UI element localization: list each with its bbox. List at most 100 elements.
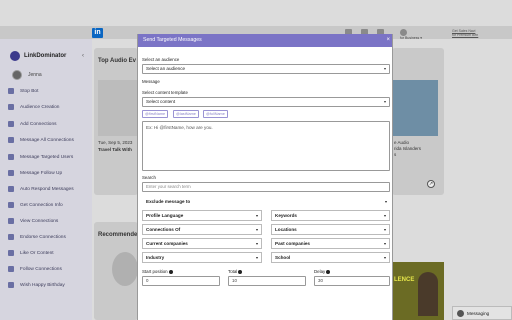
chevron-down-icon: ▾: [255, 227, 258, 232]
close-icon[interactable]: ×: [386, 34, 390, 47]
follow-icon: [8, 266, 14, 272]
search-input[interactable]: Enter your search term: [142, 182, 390, 192]
sidebar-item-label: Stop Bot: [20, 88, 39, 94]
event-image: [98, 80, 138, 136]
modal-header: Send Targeted Messages ×: [138, 34, 392, 47]
sidebar-item-message-follow-up[interactable]: Message Follow Up: [8, 168, 62, 178]
sales-nav-line2[interactable]: for Premium Ben: [452, 33, 478, 37]
sidebar-item-message-all[interactable]: Message All Connections: [8, 135, 74, 145]
info-icon[interactable]: [326, 269, 331, 274]
chevron-down-icon: ▾: [255, 241, 258, 246]
linkedin-logo[interactable]: in: [92, 28, 103, 38]
messaging-label: Messaging: [467, 311, 490, 316]
delay-label: Delay: [314, 269, 331, 274]
filter-industry[interactable]: Industry ▾: [142, 252, 262, 263]
target-message-icon: [8, 154, 14, 160]
sidebar-item-label: Auto Respond Messages: [20, 186, 74, 192]
collapse-sidebar-icon[interactable]: ‹: [82, 53, 84, 59]
chevron-down-icon: ▾: [383, 255, 386, 260]
sidebar-item-birthday[interactable]: Wish Happy Birthday: [8, 280, 65, 290]
endorse-icon: [8, 234, 14, 240]
chip-last-name[interactable]: @lastName: [173, 110, 199, 118]
right-card-line1: e Audio: [394, 140, 410, 145]
start-position-input[interactable]: 0: [142, 276, 220, 286]
message-icon: [8, 137, 14, 143]
sidebar-item-label: Message All Connections: [20, 137, 74, 143]
sidebar-item-label: Like Or Content: [20, 250, 54, 256]
filter-current-companies[interactable]: Current companies ▾: [142, 238, 262, 249]
message-label: Message: [142, 79, 160, 84]
sidebar-item-audience-creation[interactable]: Audience Creation: [8, 102, 59, 112]
total-label-text: Total: [228, 269, 238, 274]
avatar: [12, 70, 22, 80]
total-label: Total: [228, 269, 243, 274]
template-select[interactable]: Select content ▾: [142, 97, 390, 107]
info-icon[interactable]: [238, 269, 243, 274]
birthday-icon: [8, 282, 14, 288]
sidebar-item-label: View Connections: [20, 218, 59, 224]
sidebar-item-follow-connections[interactable]: Follow Connections: [8, 264, 62, 274]
audience-label: Select an audience: [142, 57, 180, 62]
filter-label: Past companies: [275, 241, 310, 246]
filter-label: Locations: [275, 227, 297, 232]
filter-label: Connections Of: [146, 227, 181, 232]
chevron-down-icon: ▾: [383, 66, 386, 71]
app-logo-icon: [10, 51, 20, 61]
sidebar-item-view-connections[interactable]: View Connections: [8, 216, 58, 226]
stop-icon: [8, 88, 14, 94]
start-position-value: 0: [146, 278, 149, 283]
chip-full-name[interactable]: @fullName: [203, 110, 228, 118]
search-label: Search: [142, 175, 156, 180]
start-position-label: Start position: [142, 269, 173, 274]
filter-keywords[interactable]: Keywords ▾: [271, 210, 390, 221]
filter-label: Profile Language: [146, 213, 184, 218]
sidebar-item-label: Wish Happy Birthday: [20, 282, 65, 288]
delay-label-text: Delay: [314, 269, 326, 274]
exclude-message-dropdown[interactable]: Exclude message to ▾: [142, 196, 390, 207]
chip-first-name[interactable]: @firstName: [142, 110, 169, 118]
info-icon[interactable]: [168, 269, 173, 274]
sidebar-item-stop-bot[interactable]: Stop Bot: [8, 86, 38, 96]
delay-input[interactable]: 30: [314, 276, 390, 286]
filter-label: Current companies: [146, 241, 188, 246]
template-label: Select content template: [142, 90, 188, 95]
sidebar-item-label: Add Connections: [20, 121, 57, 127]
sidebar-item-label: Follow Connections: [20, 266, 62, 272]
template-select-value: Select content: [146, 99, 176, 104]
chevron-down-icon: ▾: [383, 213, 386, 218]
sidebar-item-connection-info[interactable]: Get Connection Info: [8, 200, 63, 210]
message-textarea[interactable]: Ex: Hi @firstName, how are you.: [142, 121, 390, 171]
filter-locations[interactable]: Locations ▾: [271, 224, 390, 235]
sidebar-item-add-connections[interactable]: Add Connections: [8, 119, 57, 129]
total-input[interactable]: 10: [228, 276, 306, 286]
avatar: [457, 310, 464, 317]
sidebar-item-auto-respond[interactable]: Auto Respond Messages: [8, 184, 74, 194]
recommended-avatar: [112, 252, 138, 286]
right-card-line3: s: [394, 152, 397, 157]
chevron-down-icon: ▾: [255, 255, 258, 260]
business-menu[interactable]: for Business ▾: [400, 36, 422, 40]
filter-past-companies[interactable]: Past companies ▾: [271, 238, 390, 249]
sidebar-item-like-content[interactable]: Like Or Content: [8, 248, 54, 258]
search-placeholder: Enter your search term: [146, 184, 191, 189]
sidebar-item-message-targeted[interactable]: Message Targeted Users: [8, 152, 73, 162]
sidebar-item-endorse[interactable]: Endorse Connections: [8, 232, 66, 242]
delay-value: 30: [318, 278, 323, 283]
filter-school[interactable]: School ▾: [271, 252, 390, 263]
profile-icon[interactable]: [400, 29, 407, 36]
right-card-line2: rida Islanders: [394, 146, 422, 151]
audience-icon: [8, 104, 14, 110]
share-icon[interactable]: ↗: [427, 180, 435, 188]
filter-label: School: [275, 255, 291, 260]
filter-profile-language[interactable]: Profile Language ▾: [142, 210, 262, 221]
filter-connections-of[interactable]: Connections Of ▾: [142, 224, 262, 235]
audience-select[interactable]: Select an audience ▾: [142, 64, 390, 74]
modal-title: Send Targeted Messages: [143, 37, 202, 43]
chevron-down-icon: ▾: [383, 227, 386, 232]
app-name: LinkDominator: [24, 53, 67, 59]
chevron-down-icon: ▾: [384, 199, 387, 204]
messaging-widget[interactable]: Messaging: [452, 306, 512, 320]
user-info: Jenna: [12, 70, 42, 80]
message-text: Ex: Hi @firstName, how are you.: [146, 125, 213, 130]
follow-up-icon: [8, 170, 14, 176]
